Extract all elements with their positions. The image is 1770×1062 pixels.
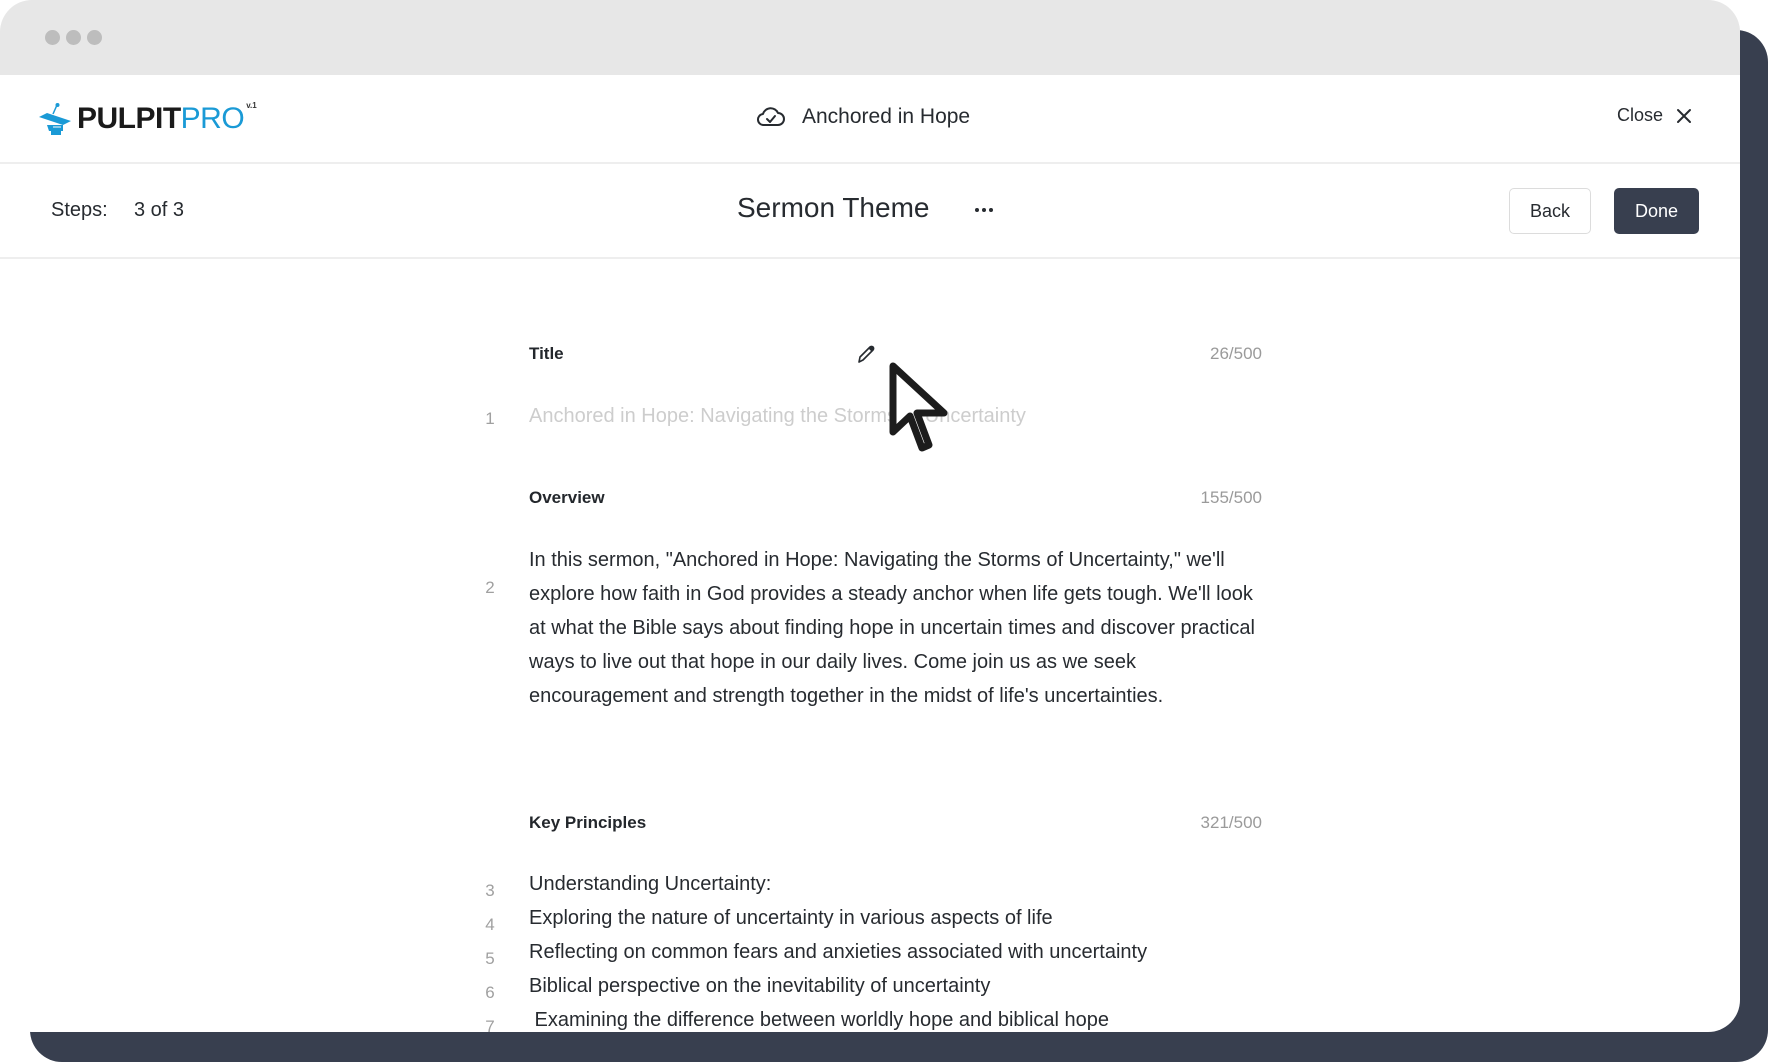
ellipsis-icon — [975, 208, 979, 212]
line-number: 2 — [485, 578, 495, 597]
close-icon — [1677, 108, 1692, 123]
document-title: Anchored in Hope — [756, 105, 970, 129]
document-title-text: Anchored in Hope — [802, 105, 971, 128]
app-window: PULPIT PRO v.1 Anchored in Hope Close St… — [0, 0, 1740, 1032]
close-button[interactable]: Close — [1617, 105, 1693, 126]
logo-version: v.1 — [246, 101, 257, 110]
title-bar — [0, 0, 1740, 75]
title-text[interactable]: Anchored in Hope: Navigating the Storms … — [529, 405, 1026, 428]
window-dot-minimize[interactable] — [66, 30, 81, 45]
steps-value: 3 of 3 — [134, 199, 185, 221]
line-number: 1 — [485, 409, 495, 428]
line-number: 3 — [485, 881, 495, 900]
steps-bar: Steps: 3 of 3 Sermon Theme Back Done — [0, 165, 1740, 259]
done-button[interactable]: Done — [1614, 188, 1699, 234]
more-options-button[interactable] — [972, 195, 996, 225]
key-principle-line[interactable]: Examining the difference between worldly… — [529, 1009, 1109, 1032]
title-char-count: 26/500 — [1210, 344, 1262, 363]
key-principle-line[interactable]: Reflecting on common fears and anxieties… — [529, 941, 1147, 964]
key-principle-line[interactable]: Biblical perspective on the inevitabilit… — [529, 975, 990, 998]
section-label-key-principles: Key Principles — [529, 813, 647, 832]
line-number: 6 — [485, 983, 495, 1002]
line-number: 4 — [485, 915, 495, 934]
window-dot-close[interactable] — [45, 30, 60, 45]
step-title: Sermon Theme — [737, 192, 930, 223]
steps-label: Steps: — [51, 199, 108, 221]
key-principles-char-count: 321/500 — [1200, 813, 1262, 832]
overview-text[interactable]: In this sermon, "Anchored in Hope: Navig… — [529, 543, 1269, 713]
pulpit-icon — [39, 103, 71, 135]
line-number: 7 — [485, 1017, 495, 1032]
pulpitpro-logo[interactable]: PULPIT PRO v.1 — [37, 99, 257, 139]
sermon-theme-editor: Title 26/500 1 Anchored in Hope: Navigat… — [0, 260, 1740, 1032]
pencil-edit-icon[interactable] — [855, 344, 877, 366]
section-label-overview: Overview — [529, 488, 605, 507]
app-header: PULPIT PRO v.1 Anchored in Hope Close — [0, 75, 1740, 164]
section-label-title: Title — [529, 344, 564, 363]
back-button[interactable]: Back — [1509, 188, 1591, 234]
line-number: 5 — [485, 949, 495, 968]
logo-text-pro: PRO — [180, 102, 245, 135]
window-dot-maximize[interactable] — [87, 30, 102, 45]
key-principle-line[interactable]: Exploring the nature of uncertainty in v… — [529, 907, 1053, 930]
key-principle-line[interactable]: Understanding Uncertainty: — [529, 873, 771, 896]
close-label: Close — [1617, 105, 1664, 125]
logo-text-pulpit: PULPIT — [77, 102, 181, 135]
cloud-check-icon — [757, 107, 785, 126]
overview-char-count: 155/500 — [1200, 488, 1262, 507]
